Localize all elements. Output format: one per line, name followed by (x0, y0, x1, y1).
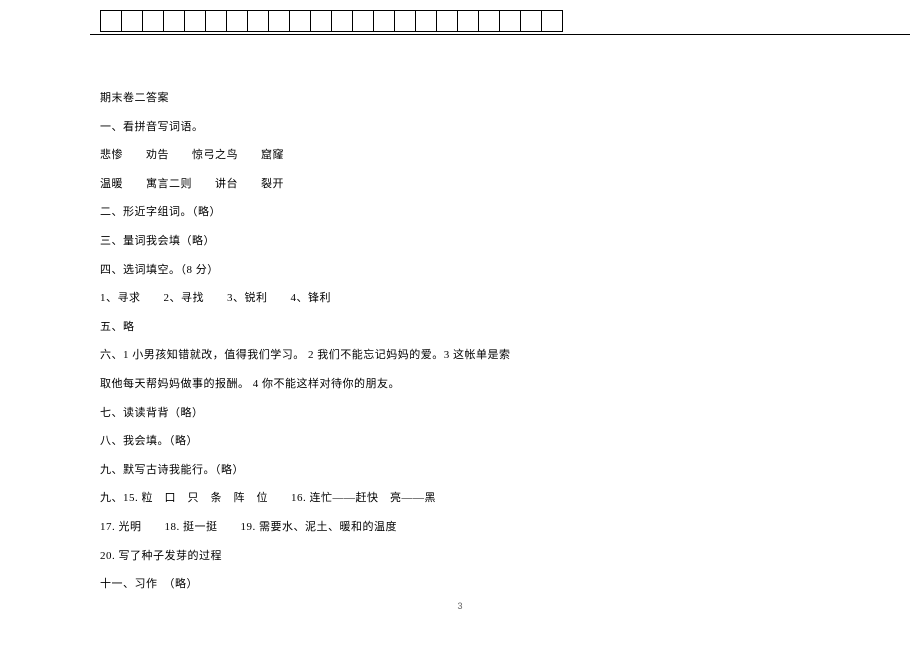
grid-row (100, 10, 830, 32)
section-6-line: 取他每天帮妈妈做事的报酬。 4 你不能这样对待你的朋友。 (100, 376, 830, 394)
grid-cell (163, 10, 185, 32)
section-4-answers: 1、寻求 2、寻找 3、锐利 4、锋利 (100, 290, 830, 308)
section-1-answers-row: 温暖 寓言二则 讲台 裂开 (100, 176, 830, 194)
grid-cell (394, 10, 416, 32)
grid-cell (457, 10, 479, 32)
grid-cell (331, 10, 353, 32)
section-1-answers-row: 悲惨 劝告 惊弓之鸟 窟窿 (100, 147, 830, 165)
grid-cell (499, 10, 521, 32)
grid-cell (415, 10, 437, 32)
section-2: 二、形近字组词。（略） (100, 204, 830, 222)
page-number: 3 (457, 601, 462, 611)
section-5: 五、略 (100, 319, 830, 337)
grid-cell (268, 10, 290, 32)
grid-cell (541, 10, 563, 32)
grid-cell (226, 10, 248, 32)
section-6-line: 六、1 小男孩知错就改，值得我们学习。 2 我们不能忘记妈妈的爱。3 这帐单是索 (100, 347, 830, 365)
grid-cell (478, 10, 500, 32)
grid-cell (373, 10, 395, 32)
section-11: 十一、习作 （略） (100, 576, 830, 594)
section-3: 三、量词我会填（略） (100, 233, 830, 251)
grid-cell (184, 10, 206, 32)
section-9: 九、默写古诗我能行。（略） (100, 462, 830, 480)
section-9b-line: 九、15. 粒 口 只 条 阵 位 16. 连忙——赶快 亮——黑 (100, 490, 830, 508)
grid-cell (121, 10, 143, 32)
grid-cell (436, 10, 458, 32)
grid-cell (520, 10, 542, 32)
section-9b-line: 17. 光明 18. 挺一挺 19. 需要水、泥土、暖和的温度 (100, 519, 830, 537)
section-4-heading: 四、选词填空。（8 分） (100, 262, 830, 280)
grid-cell (289, 10, 311, 32)
answer-content: 期末卷二答案 一、看拼音写词语。 悲惨 劝告 惊弓之鸟 窟窿 温暖 寓言二则 讲… (100, 35, 830, 594)
doc-title: 期末卷二答案 (100, 90, 830, 108)
grid-cell (205, 10, 227, 32)
grid-cell (142, 10, 164, 32)
section-8: 八、我会填。（略） (100, 433, 830, 451)
section-7: 七、读读背背（略） (100, 405, 830, 423)
answer-grid (100, 10, 830, 35)
section-9b-line: 20. 写了种子发芽的过程 (100, 548, 830, 566)
section-1-heading: 一、看拼音写词语。 (100, 119, 830, 137)
grid-cell (100, 10, 122, 32)
grid-cell (310, 10, 332, 32)
grid-cell (247, 10, 269, 32)
grid-cell (352, 10, 374, 32)
